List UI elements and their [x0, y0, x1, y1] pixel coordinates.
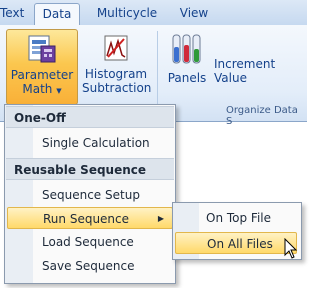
menu-item-load-sequence[interactable]: Load Sequence	[7, 231, 173, 253]
tab-view[interactable]: View	[174, 3, 214, 24]
parameter-math-icon	[28, 35, 56, 63]
mouse-pointer-icon	[284, 238, 298, 259]
run-sequence-label: Run Sequence	[43, 212, 130, 226]
menu-item-single-calculation[interactable]: Single Calculation	[7, 132, 173, 154]
group-label-organize-data: Organize Data S	[226, 105, 298, 127]
submenu-item-on-all-files[interactable]: On All Files	[175, 232, 297, 254]
menu-item-save-sequence[interactable]: Save Sequence	[7, 255, 173, 277]
ribbon-tab-bar: Text Data Multicycle View	[0, 0, 307, 26]
parameter-math-label-1: Parameter	[10, 68, 74, 82]
menu-header-one-off: One-Off	[6, 106, 174, 128]
test-tubes-icon	[172, 34, 201, 64]
histogram-subtraction-button[interactable]: Histogram Subtraction	[82, 29, 152, 103]
parameter-math-menu: One-Off Single Calculation Reusable Sequ…	[4, 104, 176, 284]
tab-multicycle[interactable]: Multicycle	[90, 3, 164, 24]
run-sequence-submenu: On Top File On All Files	[172, 202, 302, 260]
group-separator	[157, 31, 158, 111]
histogram-label-2: Subtraction	[82, 81, 152, 95]
menu-item-run-sequence[interactable]: Run Sequence ▶	[7, 207, 173, 229]
tab-data[interactable]: Data	[34, 3, 80, 26]
dropdown-caret-icon: ▼	[56, 87, 62, 95]
increment-value-label: Increment Value	[214, 57, 276, 85]
tab-text[interactable]: Text	[0, 3, 24, 24]
menu-header-reusable-sequence: Reusable Sequence	[6, 158, 174, 180]
parameter-math-button[interactable]: Parameter Math ▼	[6, 29, 78, 105]
histogram-label-1: Histogram	[84, 67, 148, 81]
increment-value-button[interactable]: Increment Value	[214, 57, 309, 85]
menu-item-sequence-setup[interactable]: Sequence Setup	[7, 184, 173, 206]
histogram-subtraction-icon	[104, 35, 128, 61]
panels-button[interactable]: Panels	[164, 29, 210, 103]
panels-label: Panels	[167, 71, 207, 85]
parameter-math-label-2: Math	[22, 82, 53, 96]
submenu-arrow-icon: ▶	[157, 214, 164, 223]
submenu-item-on-top-file[interactable]: On Top File	[175, 207, 297, 229]
